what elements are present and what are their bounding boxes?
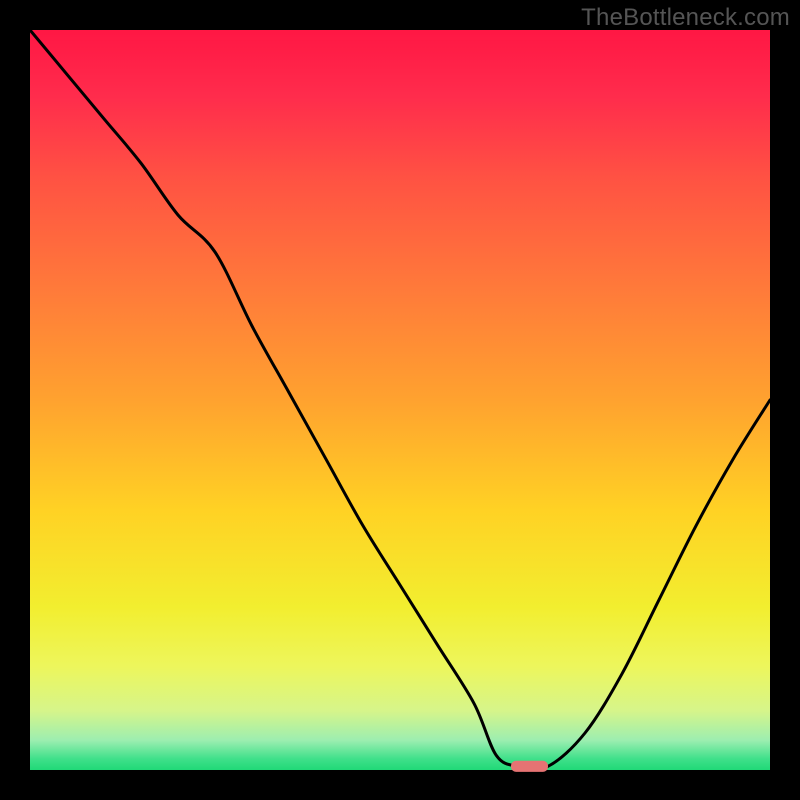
optimal-marker	[511, 761, 548, 772]
bottleneck-chart	[0, 0, 800, 800]
chart-background	[30, 30, 770, 770]
watermark-text: TheBottleneck.com	[581, 4, 790, 32]
